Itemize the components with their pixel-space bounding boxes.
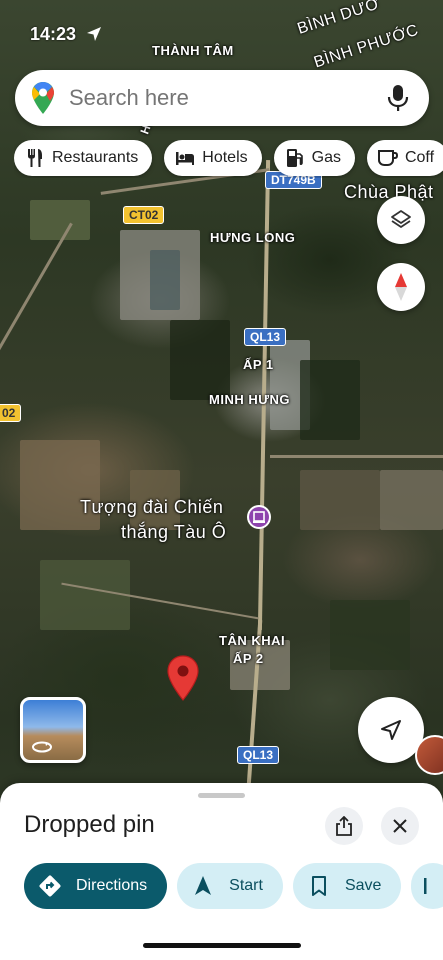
sheet-drag-handle[interactable]: [198, 793, 245, 798]
monument-icon[interactable]: [246, 504, 272, 530]
layers-button[interactable]: [377, 196, 425, 244]
share-button[interactable]: [325, 807, 363, 845]
map-field: [330, 600, 410, 670]
google-maps-logo-icon: [32, 82, 54, 114]
label-binh-duong: BÌNH DƯƠ: [295, 0, 382, 38]
chip-gas[interactable]: Gas: [273, 140, 355, 176]
label-monument-line1: Tượng đài Chiến: [80, 497, 224, 517]
status-time: 14:23: [30, 24, 77, 44]
compass-button[interactable]: [377, 263, 425, 311]
dropped-pin-marker-icon[interactable]: [167, 655, 199, 701]
map-field: [170, 320, 230, 400]
chip-label: Gas: [311, 149, 341, 166]
label-hung-long: HƯNG LONG: [210, 230, 296, 245]
start-label: Start: [229, 877, 263, 894]
label-tan-khai: TÂN KHAI: [219, 633, 286, 648]
map-field: [40, 560, 130, 630]
label-ap-2: ẤP 2: [233, 651, 264, 666]
road: [0, 222, 73, 398]
category-chips: Restaurants Hotels Gas Coff: [14, 140, 443, 178]
shield-ct02: CT02: [123, 206, 165, 224]
directions-label: Directions: [76, 877, 148, 894]
restaurant-icon: [28, 149, 42, 167]
chip-label: Hotels: [202, 149, 248, 166]
share-icon: [336, 816, 352, 836]
map-field: [150, 250, 180, 310]
road: [270, 455, 443, 458]
shield-ql13-bottom: QL13: [237, 746, 280, 764]
more-actions-button[interactable]: [411, 863, 443, 909]
label-thanh-tam: THÀNH TÂM: [152, 43, 234, 58]
map-field: [300, 360, 360, 440]
place-title: Dropped pin: [24, 811, 155, 838]
compass-icon: [395, 273, 407, 301]
chip-label: Coff: [404, 149, 435, 166]
save-button[interactable]: Save: [292, 863, 402, 909]
label-ap-1: ẤP 1: [243, 357, 274, 372]
home-indicator[interactable]: [143, 943, 301, 948]
chip-hotels[interactable]: Hotels: [164, 140, 262, 176]
shield-ql13: QL13: [244, 328, 287, 346]
shield-ct02-edge: 02: [0, 404, 22, 422]
navigation-arrow-icon: [195, 876, 212, 895]
directions-button[interactable]: Directions: [24, 863, 168, 909]
search-input[interactable]: [69, 85, 387, 111]
label-monument-line2: thắng Tàu Ô: [121, 522, 227, 542]
street-view-rotate-icon: [32, 741, 52, 753]
map-field: [300, 470, 380, 530]
start-button[interactable]: Start: [177, 863, 283, 909]
coffee-icon: [377, 150, 398, 166]
navigation-arrow-icon: [381, 720, 401, 740]
bookmark-icon: [311, 876, 326, 896]
chip-restaurants[interactable]: Restaurants: [14, 140, 153, 176]
place-bottom-sheet[interactable]: Dropped pin Directions Start Save: [0, 783, 443, 960]
location-services-icon: [87, 27, 101, 41]
more-icon: [424, 878, 427, 894]
hotel-icon: [176, 152, 195, 165]
label-minh-hung: MINH HƯNG: [209, 392, 291, 407]
action-buttons: Directions Start Save: [24, 863, 443, 911]
layers-icon: [391, 210, 411, 228]
search-bar[interactable]: [15, 70, 429, 126]
chip-coffee[interactable]: Coff: [366, 140, 443, 176]
close-icon: [393, 819, 407, 833]
chip-label: Restaurants: [52, 149, 139, 166]
map-field: [380, 470, 443, 530]
directions-icon: [39, 875, 61, 897]
close-button[interactable]: [381, 807, 419, 845]
street-view-thumbnail[interactable]: [20, 697, 86, 763]
gas-station-icon: [286, 149, 303, 167]
microphone-icon[interactable]: [387, 84, 409, 112]
save-label: Save: [344, 877, 382, 894]
map-field: [30, 200, 90, 240]
